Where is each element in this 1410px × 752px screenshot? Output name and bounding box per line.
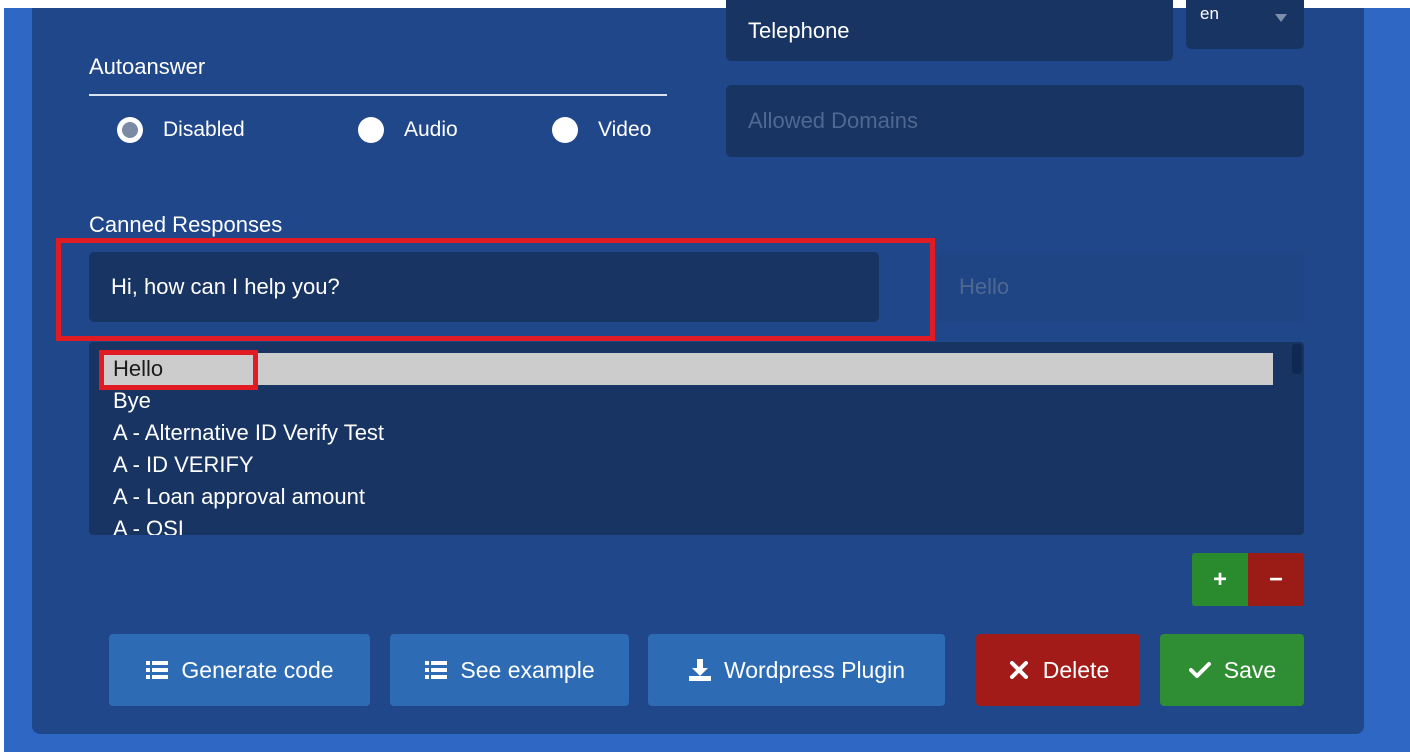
telephone-input-value: Telephone: [748, 17, 850, 43]
canned-response-value: Hi, how can I help you?: [111, 274, 340, 299]
autoanswer-divider: [89, 94, 667, 96]
language-select-value: en: [1200, 4, 1219, 23]
radio-video-label: Video: [598, 118, 652, 141]
canned-responses-label: Canned Responses: [89, 212, 283, 237]
radio-checked-icon: [117, 117, 143, 143]
canned-title-input[interactable]: Hello: [937, 252, 1304, 322]
radio-audio[interactable]: Audio: [358, 117, 458, 143]
remove-response-button[interactable]: −: [1248, 553, 1304, 606]
autoanswer-label: Autoanswer: [89, 54, 206, 79]
save-label: Save: [1223, 656, 1277, 683]
list-item[interactable]: A - ID VERIFY: [103, 449, 1273, 481]
wordpress-plugin-label: Wordpress Plugin: [723, 656, 906, 683]
list-item[interactable]: A - Alternative ID Verify Test: [103, 417, 1273, 449]
list-item[interactable]: Bye: [103, 385, 1273, 417]
list-item[interactable]: A - Loan approval amount: [103, 481, 1273, 513]
canned-response-input[interactable]: Hi, how can I help you?: [89, 252, 879, 322]
delete-label: Delete: [1042, 656, 1110, 683]
radio-disabled-label: Disabled: [163, 118, 245, 141]
add-response-button[interactable]: +: [1192, 553, 1248, 606]
save-button[interactable]: Save: [1160, 634, 1304, 706]
canned-responses-list[interactable]: Hello Bye A - Alternative ID Verify Test…: [89, 342, 1304, 535]
list-icon: [145, 658, 169, 682]
plus-icon: +: [1212, 565, 1227, 593]
generate-code-label: Generate code: [181, 656, 334, 683]
chevron-down-icon: [1275, 14, 1287, 22]
minus-icon: −: [1268, 565, 1283, 593]
canned-title-placeholder: Hello: [959, 274, 1010, 299]
list-icon: [424, 658, 448, 682]
radio-disabled[interactable]: Disabled: [117, 117, 245, 143]
delete-button[interactable]: Delete: [976, 634, 1140, 706]
radio-unchecked-icon: [358, 117, 384, 143]
list-scrollbar[interactable]: [1292, 344, 1302, 374]
close-icon: [1007, 658, 1031, 682]
generate-code-button[interactable]: Generate code: [109, 634, 370, 706]
radio-audio-label: Audio: [404, 118, 458, 141]
list-item[interactable]: A - OSI: [103, 513, 1273, 535]
see-example-button[interactable]: See example: [390, 634, 629, 706]
download-icon: [688, 658, 712, 682]
allowed-domains-input[interactable]: Allowed Domains: [726, 85, 1304, 157]
radio-video[interactable]: Video: [552, 117, 651, 143]
radio-unchecked-icon: [552, 117, 578, 143]
telephone-input[interactable]: Telephone: [726, 0, 1173, 61]
see-example-label: See example: [460, 656, 595, 683]
wordpress-plugin-button[interactable]: Wordpress Plugin: [648, 634, 945, 706]
checkmark-icon: [1188, 658, 1212, 682]
list-item[interactable]: Hello: [103, 353, 1273, 385]
allowed-domains-placeholder: Allowed Domains: [748, 108, 918, 133]
language-select[interactable]: en: [1186, 0, 1304, 49]
